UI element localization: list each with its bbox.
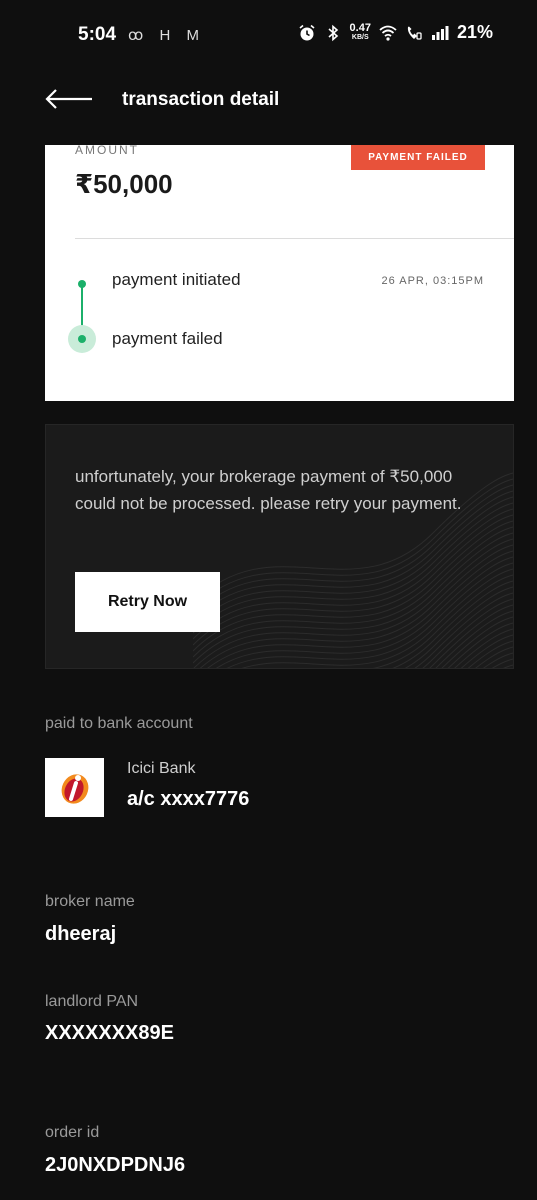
icici-bank-logo [45, 758, 104, 817]
broker-name-label: broker name [45, 893, 135, 910]
timeline-dot-failed [78, 335, 86, 343]
wave-line [200, 544, 513, 668]
wave-line [414, 592, 513, 668]
notification-icons: ꝏ H M [128, 27, 205, 44]
network-speed-value: 0.47 [349, 21, 371, 34]
status-time: 5:04 [78, 24, 117, 45]
order-id-value: 2J0NXDPDNJ6 [45, 1154, 186, 1176]
timeline-dot-initiated [78, 280, 86, 288]
alarm-icon [299, 24, 315, 40]
wave-pattern-decoration [193, 472, 513, 668]
signal-icon [431, 25, 449, 40]
landlord-pan-label: landlord PAN [45, 993, 139, 1010]
order-id-label: order id [45, 1124, 100, 1141]
wave-line [215, 556, 513, 668]
broker-name-value: dheeraj [45, 923, 117, 945]
status-right: 0.47 KB/S 21% [298, 22, 493, 43]
card-divider [75, 238, 514, 239]
amount-value: ₹50,000 [75, 169, 173, 199]
battery-level: 21% [456, 22, 493, 42]
wifi-calling-icon [407, 26, 422, 40]
paid-to-label: paid to bank account [45, 715, 193, 732]
timeline-step-initiated: payment initiated [112, 270, 241, 289]
amount-label: AMOUNT [75, 145, 139, 157]
landlord-pan-value: XXXXXXX89E [45, 1022, 174, 1044]
timeline-step-time: 26 APR, 03:15PM [381, 275, 484, 287]
network-speed: 0.47 KB/S [349, 21, 371, 43]
bank-logo-icon [61, 773, 88, 804]
retry-now-button[interactable]: Retry Now [75, 572, 220, 632]
transaction-card: AMOUNT ₹50,000 PAYMENT FAILED payment in… [45, 145, 514, 401]
status-badge: PAYMENT FAILED [351, 145, 485, 170]
bank-name: Icici Bank [127, 760, 196, 777]
status-bar: 5:04 ꝏ H M 0.47 KB/S 21% [0, 0, 537, 70]
network-speed-unit: KB/S [351, 33, 369, 41]
page-title: transaction detail [122, 89, 280, 110]
timeline-step-failed: payment failed [112, 329, 223, 348]
bank-account-number: a/c xxxx7776 [127, 788, 250, 810]
failure-message: unfortunately, your brokerage payment of… [75, 467, 462, 513]
failure-notice: unfortunately, your brokerage payment of… [45, 424, 514, 669]
app-header: transaction detail [0, 70, 537, 130]
back-arrow-icon[interactable] [42, 86, 96, 112]
bluetooth-icon [328, 24, 338, 41]
wifi-icon [379, 25, 397, 41]
